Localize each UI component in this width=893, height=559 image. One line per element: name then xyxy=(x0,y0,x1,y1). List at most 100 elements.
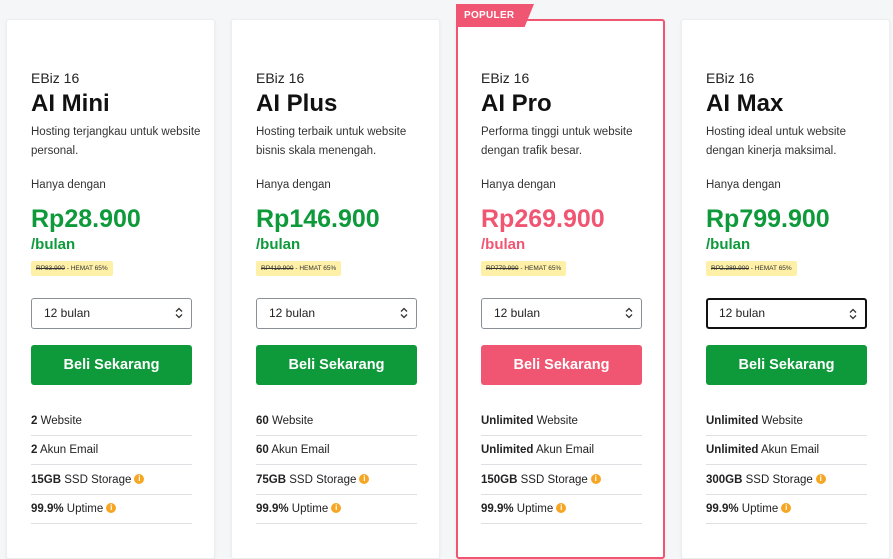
plan-card-ai-max: EBiz 16 AI Max Hosting ideal untuk websi… xyxy=(681,19,890,559)
save-label: - HEMAT 65% xyxy=(750,265,792,272)
feature-item: Unlimited Website xyxy=(481,407,642,436)
feature-item: 99.9% Uptime i xyxy=(256,495,417,524)
plan-name: AI Pro xyxy=(481,90,552,117)
save-label: - HEMAT 65% xyxy=(520,265,562,272)
billing-period-select[interactable]: 12 bulan xyxy=(31,298,192,329)
info-icon[interactable]: i xyxy=(815,473,826,484)
feature-item: Unlimited Akun Email xyxy=(706,436,867,465)
plan-price: Rp146.900 xyxy=(256,205,380,233)
info-icon[interactable]: i xyxy=(781,502,792,513)
feature-value: 15GB xyxy=(31,474,62,486)
feature-label: SSD Storage xyxy=(517,474,588,486)
chevron-up-down-icon xyxy=(625,307,633,319)
save-label: - HEMAT 65% xyxy=(295,265,337,272)
plan-price: Rp269.900 xyxy=(481,205,605,233)
feature-item: 15GB SSD Storage i xyxy=(31,466,192,495)
price-period: /bulan xyxy=(31,236,76,253)
feature-label: Akun Email xyxy=(533,444,595,456)
feature-label: SSD Storage xyxy=(742,474,813,486)
feature-item: 60 Website xyxy=(256,407,417,436)
price-period: /bulan xyxy=(256,236,301,253)
feature-label: Uptime xyxy=(738,503,779,515)
price-period: /bulan xyxy=(481,236,526,253)
feature-value: 300GB xyxy=(706,474,743,486)
save-label: - HEMAT 65% xyxy=(66,265,108,272)
feature-item: 99.9% Uptime i xyxy=(31,495,192,524)
feature-label: Akun Email xyxy=(37,444,99,456)
info-icon[interactable]: i xyxy=(134,473,145,484)
feature-item: 99.9% Uptime i xyxy=(481,495,642,524)
feature-value: 99.9% xyxy=(256,503,289,515)
chevron-up-down-icon xyxy=(400,307,408,319)
info-icon[interactable]: i xyxy=(590,473,601,484)
feature-item: 2 Akun Email xyxy=(31,436,192,465)
buy-now-button[interactable]: Beli Sekarang xyxy=(706,345,867,385)
billing-period-select[interactable]: 12 bulan xyxy=(256,298,417,329)
feature-label: Website xyxy=(533,415,578,427)
plan-description: Hosting terbaik untuk website bisnis ska… xyxy=(256,126,407,157)
info-icon[interactable]: i xyxy=(556,502,567,513)
info-icon[interactable]: i xyxy=(359,473,370,484)
feature-label: SSD Storage xyxy=(61,474,132,486)
buy-now-button[interactable]: Beli Sekarang xyxy=(256,345,417,385)
billing-period-value: 12 bulan xyxy=(44,306,91,320)
price-prefix: Hanya dengan xyxy=(706,179,781,191)
price-prefix: Hanya dengan xyxy=(481,179,556,191)
discount-badge: RP779.990 - HEMAT 65% xyxy=(481,261,567,276)
billing-period-select[interactable]: 12 bulan xyxy=(706,298,867,329)
feature-value: Unlimited xyxy=(706,444,759,456)
feature-label: Akun Email xyxy=(268,444,330,456)
price-prefix: Hanya dengan xyxy=(31,179,106,191)
popular-badge: POPULER xyxy=(456,4,534,27)
feature-value: 99.9% xyxy=(481,503,514,515)
feature-label: Akun Email xyxy=(758,444,820,456)
feature-label: Website xyxy=(268,415,314,427)
feature-item: 60 Akun Email xyxy=(256,436,417,465)
feature-label: Website xyxy=(37,415,82,427)
price-period: /bulan xyxy=(706,236,751,253)
plan-price: Rp28.900 xyxy=(31,205,141,233)
feature-value: Unlimited xyxy=(481,444,534,456)
old-price: RP2.289.900 xyxy=(711,265,749,272)
feature-label: Uptime xyxy=(63,503,104,515)
feature-label: Website xyxy=(758,415,803,427)
buy-now-button[interactable]: Beli Sekarang xyxy=(481,345,642,385)
feature-item: 75GB SSD Storage i xyxy=(256,466,417,495)
billing-period-value: 12 bulan xyxy=(494,306,541,320)
chevron-up-down-icon xyxy=(175,307,183,319)
feature-value: 150GB xyxy=(481,474,518,486)
plan-name: AI Plus xyxy=(256,90,338,117)
buy-now-button[interactable]: Beli Sekarang xyxy=(31,345,192,385)
plan-card-ai-plus: EBiz 16 AI Plus Hosting terbaik untuk we… xyxy=(231,19,440,559)
feature-value: Unlimited xyxy=(481,415,534,427)
plan-series: EBiz 16 xyxy=(481,70,530,86)
plan-series: EBiz 16 xyxy=(31,70,80,86)
old-price: RP83.900 xyxy=(36,265,65,272)
feature-value: 99.9% xyxy=(706,503,739,515)
discount-badge: RP419.900 - HEMAT 65% xyxy=(256,261,342,276)
feature-item: Unlimited Akun Email xyxy=(481,436,642,465)
feature-label: SSD Storage xyxy=(286,474,357,486)
discount-badge: RP2.289.900 - HEMAT 65% xyxy=(706,261,797,276)
info-icon[interactable]: i xyxy=(331,502,342,513)
price-prefix: Hanya dengan xyxy=(256,179,331,191)
plan-description: Hosting ideal untuk website dengan kiner… xyxy=(706,126,846,157)
old-price: RP419.900 xyxy=(261,265,294,272)
feature-item: 150GB SSD Storage i xyxy=(481,466,642,495)
billing-period-select[interactable]: 12 bulan xyxy=(481,298,642,329)
feature-item: 99.9% Uptime i xyxy=(706,495,867,524)
billing-period-value: 12 bulan xyxy=(269,306,316,320)
feature-value: Unlimited xyxy=(706,415,759,427)
info-icon[interactable]: i xyxy=(106,502,117,513)
plan-name: AI Mini xyxy=(31,90,110,117)
plan-price: Rp799.900 xyxy=(706,205,830,233)
feature-item: 2 Website xyxy=(31,407,192,436)
feature-value: 99.9% xyxy=(31,503,64,515)
feature-item: 300GB SSD Storage i xyxy=(706,466,867,495)
feature-value: 75GB xyxy=(256,474,287,486)
plan-description: Hosting terjangkau untuk website persona… xyxy=(31,126,201,157)
feature-value: 60 xyxy=(256,444,269,456)
plan-series: EBiz 16 xyxy=(256,70,305,86)
plan-description: Performa tinggi untuk website dengan tra… xyxy=(481,126,633,157)
plan-card-ai-pro: EBiz 16 AI Pro Performa tinggi untuk web… xyxy=(456,19,665,559)
